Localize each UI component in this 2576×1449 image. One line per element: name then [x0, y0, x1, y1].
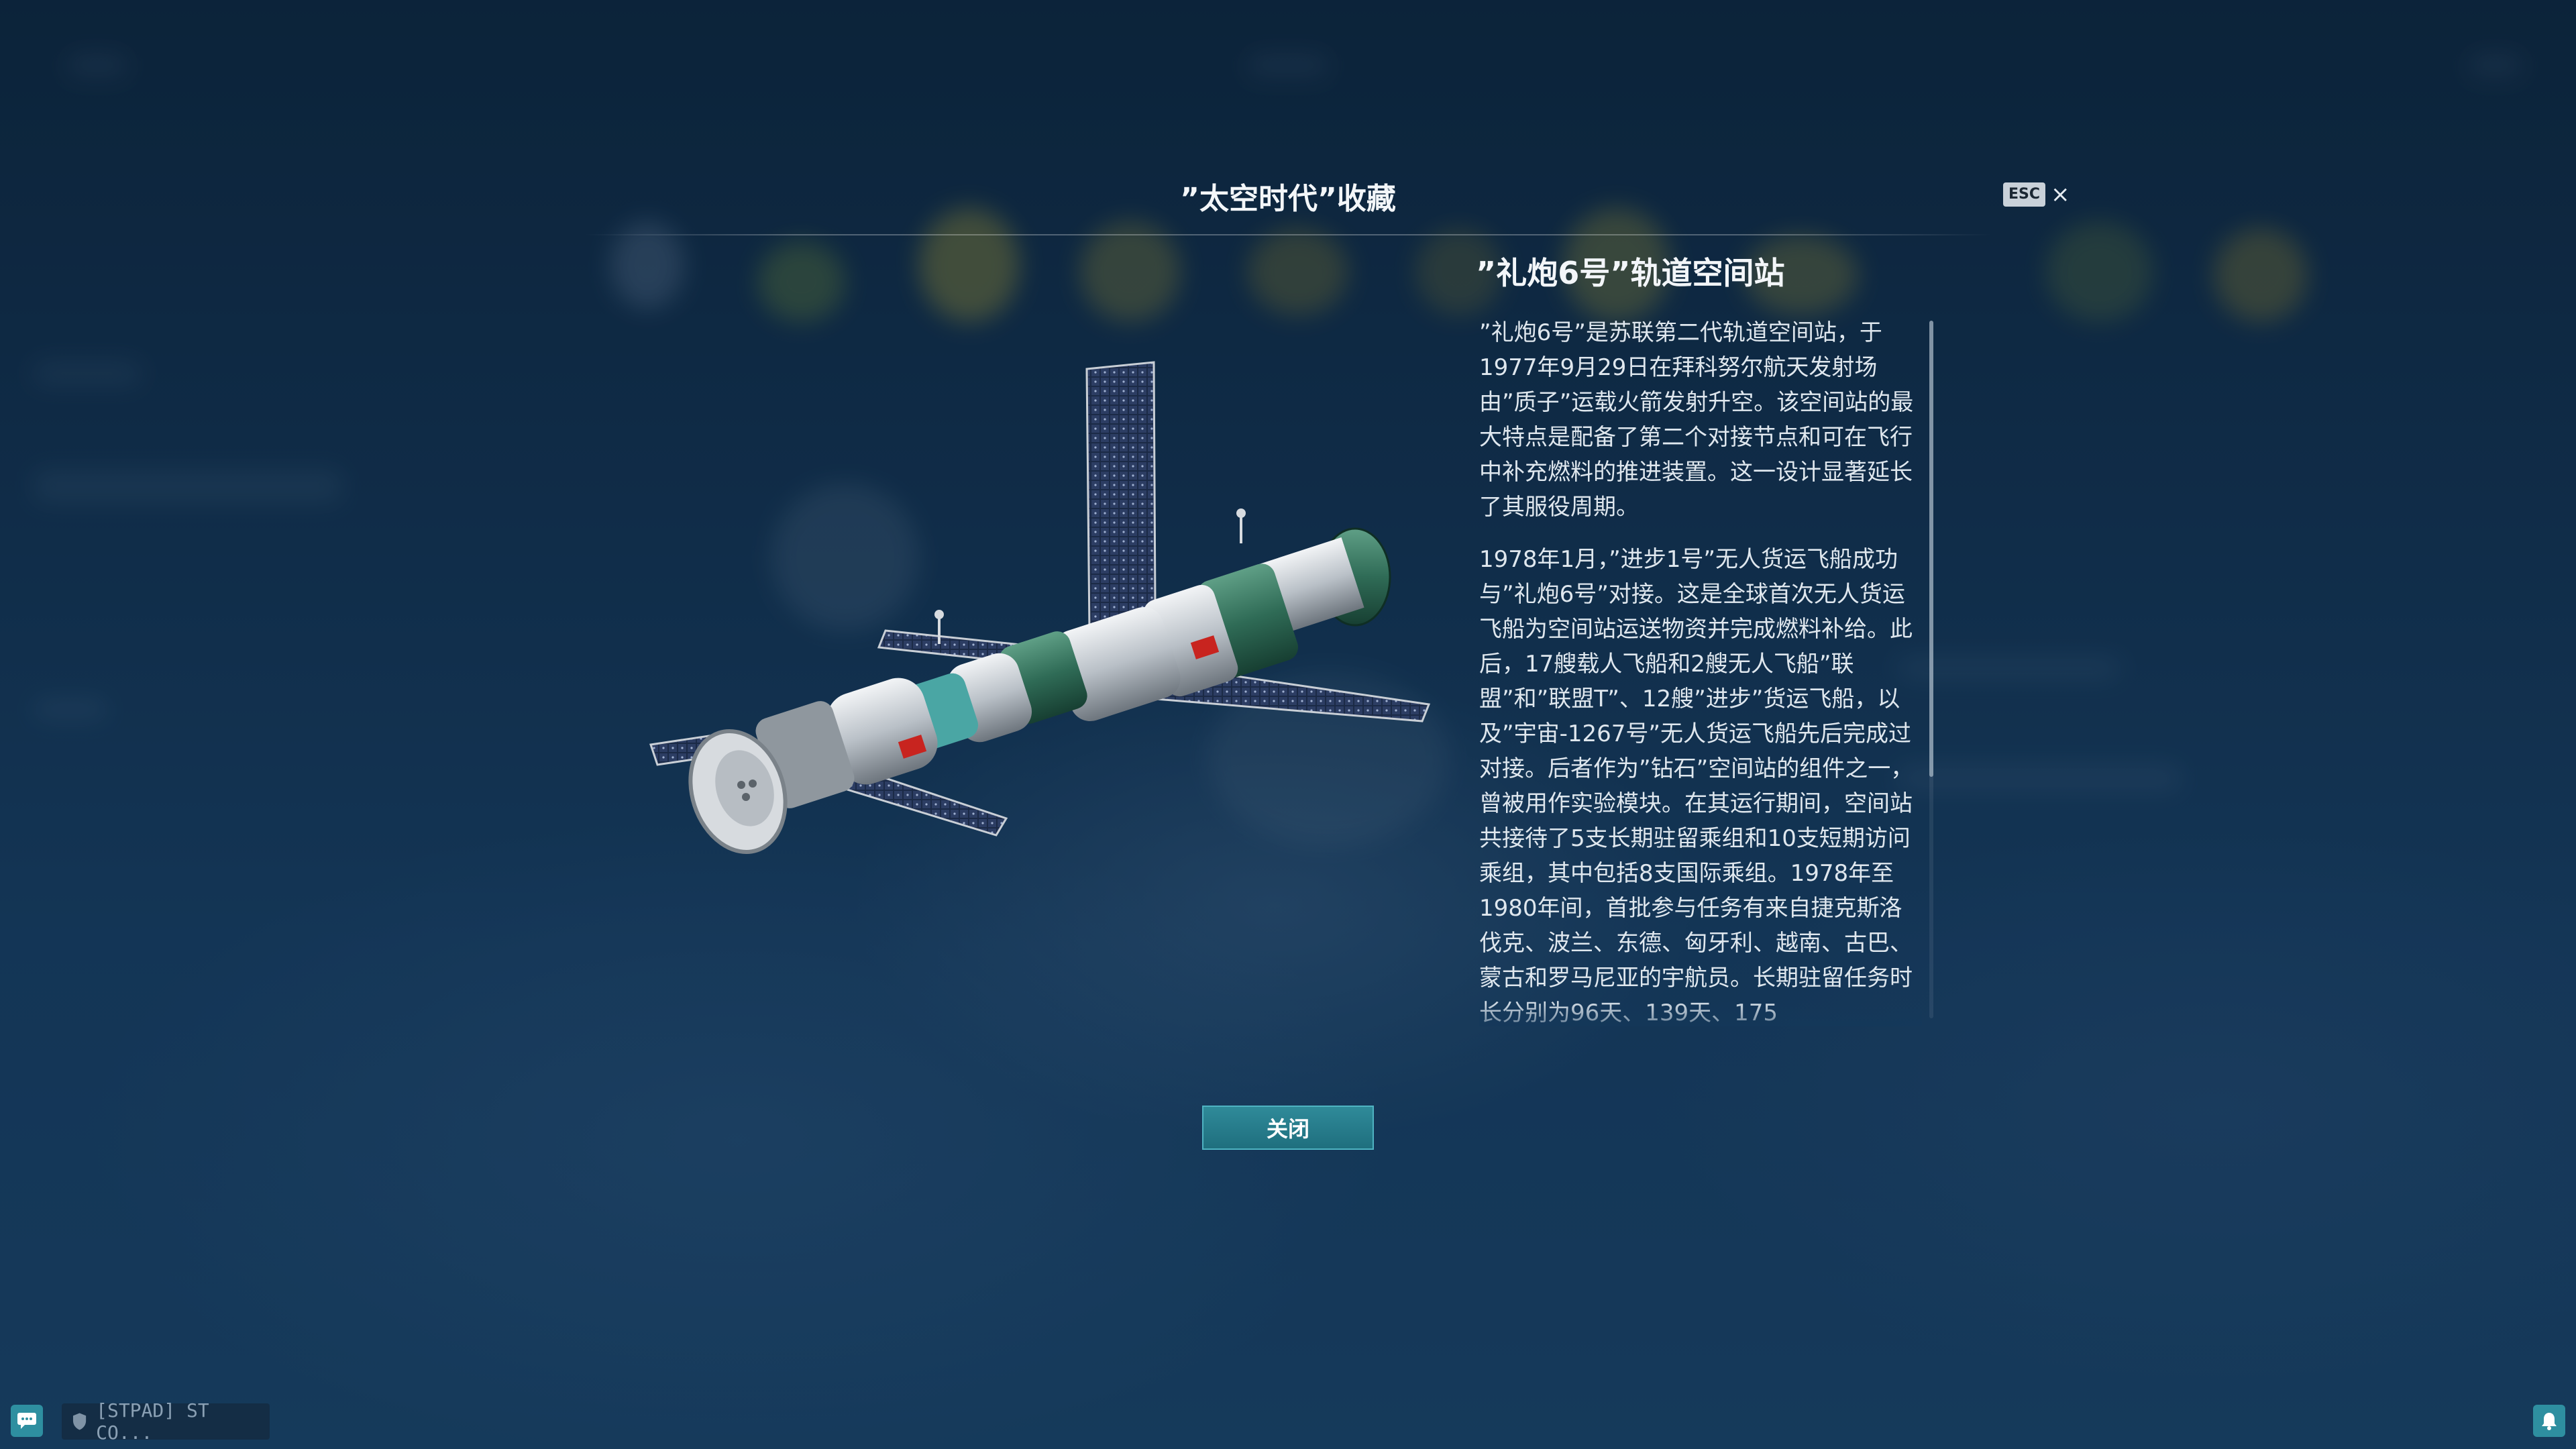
clan-tag-text: [STPAD] ST CO...: [96, 1399, 209, 1444]
modal-title: ”太空时代”收藏: [1180, 182, 1396, 216]
chat-icon: [17, 1413, 36, 1429]
space-station-illustration: [649, 361, 1431, 854]
description-paragraph: 1978年1月，”进步1号”无人货运飞船成功与”礼炮6号”对接。这是全球首次无人…: [1479, 546, 1914, 1023]
chat-button[interactable]: [11, 1405, 43, 1437]
shield-icon: [72, 1413, 87, 1430]
bell-icon: [2542, 1413, 2557, 1430]
description-paragraph: ”礼炮6号”是苏联第二代轨道空间站，于1977年9月29日在拜科努尔航天发射场由…: [1479, 319, 1914, 521]
clan-tag[interactable]: [STPAD] ST CO...: [62, 1399, 270, 1444]
description-scrollbar[interactable]: [1929, 321, 1933, 1018]
solar-panel-top: [1085, 361, 1157, 633]
esc-key-hint: ESC: [2003, 182, 2046, 207]
item-title: ”礼炮6号”轨道空间站: [1476, 255, 1785, 291]
notifications-button[interactable]: [2533, 1405, 2565, 1437]
scrollbar-thumb[interactable]: [1929, 321, 1933, 777]
title-divider: [584, 234, 1992, 235]
esc-close-control[interactable]: ESC ×: [2003, 181, 2070, 208]
close-button[interactable]: 关闭: [1202, 1106, 1374, 1150]
item-description[interactable]: ”礼炮6号”是苏联第二代轨道空间站，于1977年9月29日在拜科努尔航天发射场由…: [1479, 315, 1922, 1023]
close-icon[interactable]: ×: [2051, 183, 2070, 206]
